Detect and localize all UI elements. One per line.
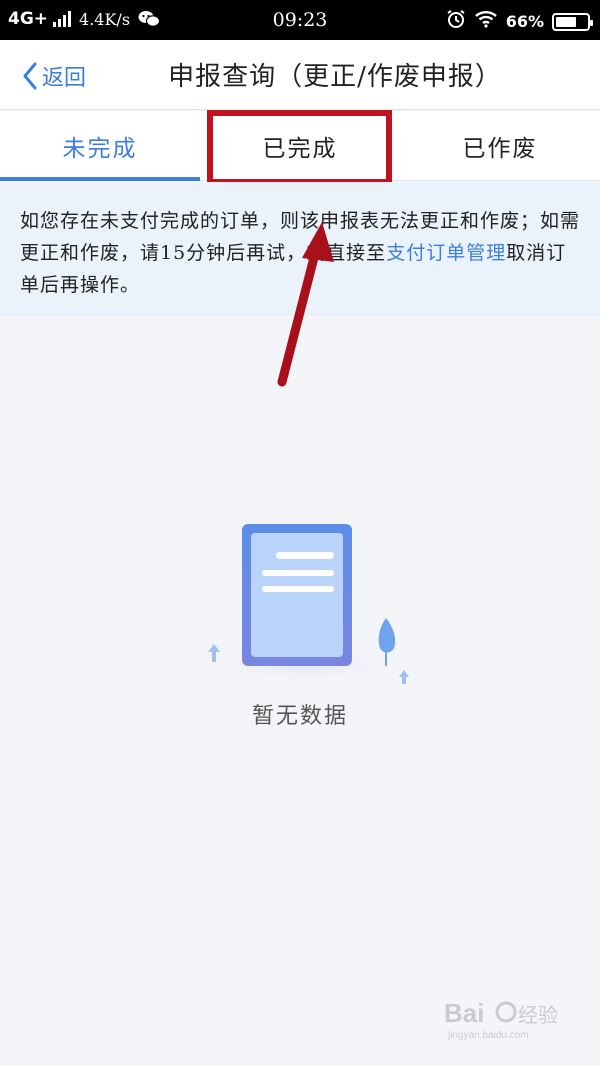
payment-order-link[interactable]: 支付订单管理 bbox=[386, 242, 506, 264]
baidu-watermark-logo: Bai 经验 jingyan.baidu.com bbox=[444, 998, 558, 1041]
svg-text:Bai: Bai bbox=[444, 998, 484, 1028]
network-type: 4G+ bbox=[8, 9, 49, 29]
back-label: 返回 bbox=[42, 66, 87, 91]
empty-state: 暂无数据 bbox=[0, 316, 600, 1066]
tab-finished[interactable]: 已完成 bbox=[200, 111, 400, 180]
wifi-icon bbox=[474, 10, 498, 33]
back-button[interactable]: 返回 bbox=[22, 60, 86, 92]
nav-header: 返回 申报查询（更正/作废申报） bbox=[0, 40, 600, 110]
tab-bar: 未完成 已完成 已作废 bbox=[0, 111, 600, 181]
signal-icon bbox=[53, 11, 72, 27]
tab-unfinished[interactable]: 未完成 bbox=[0, 111, 200, 181]
svg-text:jingyan.baidu.com: jingyan.baidu.com bbox=[447, 1030, 529, 1041]
battery-percent: 66% bbox=[505, 12, 544, 31]
svg-text:经验: 经验 bbox=[518, 1004, 558, 1027]
empty-document-icon bbox=[206, 524, 409, 684]
battery-icon bbox=[552, 12, 593, 31]
status-bar: 4G+ 4.4K/s 09:23 66% bbox=[0, 0, 600, 40]
tab-voided[interactable]: 已作废 bbox=[400, 111, 600, 180]
notice-banner: 如您存在未支付完成的订单，则该申报表无法更正和作废；如需更正和作废，请15分钟后… bbox=[0, 182, 600, 316]
page-title: 申报查询（更正/作废申报） bbox=[168, 62, 502, 92]
wechat-icon bbox=[138, 10, 161, 28]
chevron-left-icon bbox=[23, 62, 37, 90]
network-speed: 4.4K/s bbox=[79, 9, 131, 29]
alarm-icon bbox=[446, 9, 466, 34]
empty-state-text: 暂无数据 bbox=[251, 704, 348, 729]
